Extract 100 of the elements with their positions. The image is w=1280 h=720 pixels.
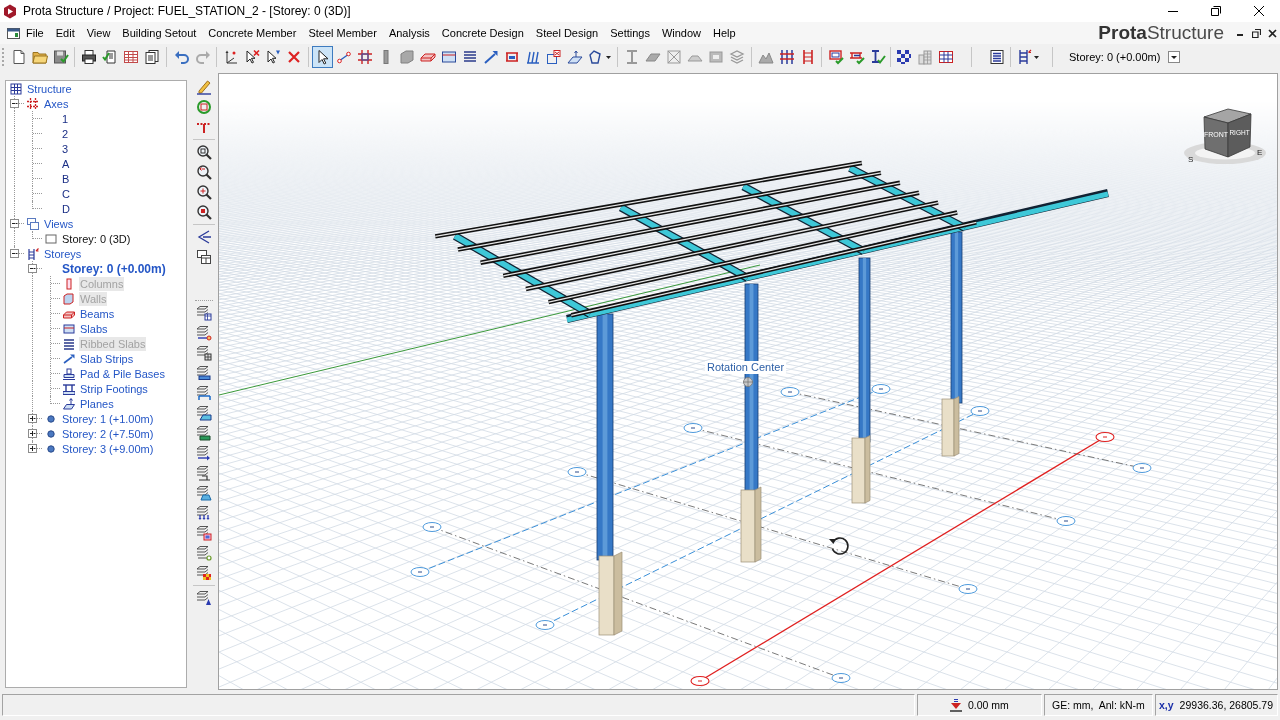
layers-checker-icon[interactable] [196,565,212,581]
layers-circle-icon[interactable] [196,545,212,561]
tree-item[interactable]: Slabs [79,321,109,336]
gridline-bubble-icon [831,673,851,683]
tree-item[interactable]: Storeys [43,246,83,261]
pointer-delete-icon [243,49,260,65]
line-icon [335,49,352,65]
layers-loads-icon[interactable] [196,505,212,521]
layers-base-icon[interactable] [196,485,212,501]
tree-item[interactable]: B [61,171,71,186]
collapse-icon[interactable] [10,249,19,258]
redo-icon [194,49,211,65]
tree-item[interactable]: Axes [43,96,70,111]
storey-dot-icon [44,412,57,425]
tree-item[interactable]: A [61,156,71,171]
tree-item[interactable]: Storey: 0 (+0.00m) [61,261,167,276]
expand-icon[interactable] [28,444,37,453]
frame-box-icon [707,49,724,65]
tree-item[interactable]: Views [43,216,75,231]
menu-item[interactable]: Settings [604,25,656,41]
menu-item[interactable]: Building Setout [116,25,203,41]
layers-table-icon[interactable] [196,305,212,321]
menu-item[interactable]: Steel Member [302,25,383,41]
gridline-bubble-icon [410,567,430,577]
gridline-bubble-icon [958,584,978,594]
layers-arrow-icon[interactable] [196,445,212,461]
storey-select[interactable]: Storey: 0 (+0.00m) [1069,51,1181,63]
layers-triangle-icon[interactable] [196,590,212,606]
folder-icon [31,49,48,65]
printer-icon [80,49,97,65]
table-icon [122,49,139,65]
menu-item[interactable]: Steel Design [529,25,605,41]
zoom-area-icon[interactable] [196,204,212,220]
tree-item[interactable]: Storey: 2 (+7.50m) [61,426,155,441]
tree-item[interactable]: Planes [79,396,115,411]
tree-item[interactable]: Storey: 1 (+1.00m) [61,411,155,426]
menu-item[interactable]: Concrete Member [202,25,303,41]
close-icon[interactable] [1267,28,1277,38]
collapse-icon[interactable] [10,99,19,108]
tool-button[interactable] [312,46,333,68]
frame-grid-icon [778,49,795,65]
structure-grid-icon [9,82,22,95]
zoom-extents-icon[interactable] [196,184,212,200]
tree-item[interactable]: 3 [61,141,70,156]
units-text: GE: mm, Anl: kN-m [1052,699,1145,711]
menu-item[interactable]: Help [707,25,742,41]
menu-item[interactable]: Edit [49,25,81,41]
layers-frame-icon[interactable] [196,525,212,541]
tree-item[interactable]: Pad & Pile Bases [79,366,166,381]
rotation-center-label: Rotation Center [705,361,787,374]
tree-item[interactable]: D [61,201,71,216]
layers-footing-icon[interactable] [196,465,212,481]
menu-item[interactable]: Analysis [382,25,436,41]
expand-icon[interactable] [28,429,37,438]
tree-item[interactable]: Structure [26,81,73,96]
wall-icon [398,49,415,65]
layers-node-icon[interactable] [196,325,212,341]
zoom-previous-icon[interactable] [196,164,212,180]
tree-item[interactable]: Slab Strips [79,351,135,366]
window-title: Prota Structure / Project: FUEL_STATION_2 - [Storey: 0 (3D)] [23,4,351,18]
pencil-icon[interactable] [196,79,212,95]
beam-check-icon [848,49,865,65]
frame-check-icon [827,49,844,65]
expand-icon[interactable] [28,414,37,423]
windows-icon[interactable] [196,249,212,265]
restore-icon[interactable] [1210,6,1221,16]
layers-area-icon[interactable] [196,405,212,421]
stack-icon [728,49,745,65]
caret-icon [605,55,611,59]
diagonal-arrow-icon [482,49,499,65]
menu-item[interactable]: Window [655,25,708,41]
window-icon [44,232,57,245]
tree-item[interactable]: C [61,186,71,201]
layers-beam-icon[interactable] [196,385,212,401]
layers-slab-icon[interactable] [196,365,212,381]
elevation-icon [950,698,962,712]
gridline-bubble-icon [683,423,703,433]
plane-icon [62,397,75,410]
tree-item[interactable]: 2 [61,126,70,141]
menu-item[interactable]: View [80,25,117,41]
collapse-icon[interactable] [28,264,37,273]
tree-item[interactable]: 1 [61,111,70,126]
menu-item[interactable]: File [20,25,50,41]
collapse-icon[interactable] [10,219,19,228]
tree-item[interactable]: Storey: 0 (3D) [61,231,132,246]
layers-grid-icon[interactable] [196,345,212,361]
zoom-window-icon[interactable] [196,144,212,160]
pointer-pick-icon [264,49,281,65]
restore-icon[interactable] [1251,28,1261,38]
windows-icon [26,217,39,230]
coordinates-label: x,y [1159,699,1174,711]
close-icon[interactable] [1253,6,1264,16]
menu-item[interactable]: Concrete Design [435,25,530,41]
tree-item[interactable]: Beams [79,306,116,321]
tree-item[interactable]: Storey: 3 (+9.00m) [61,441,155,456]
document-window-icon[interactable] [7,26,20,40]
view-angle-icon[interactable] [196,229,212,245]
tree-item[interactable]: Strip Footings [79,381,149,396]
layers-strip-icon[interactable] [196,425,212,441]
ring-grid-icon[interactable] [196,99,212,115]
